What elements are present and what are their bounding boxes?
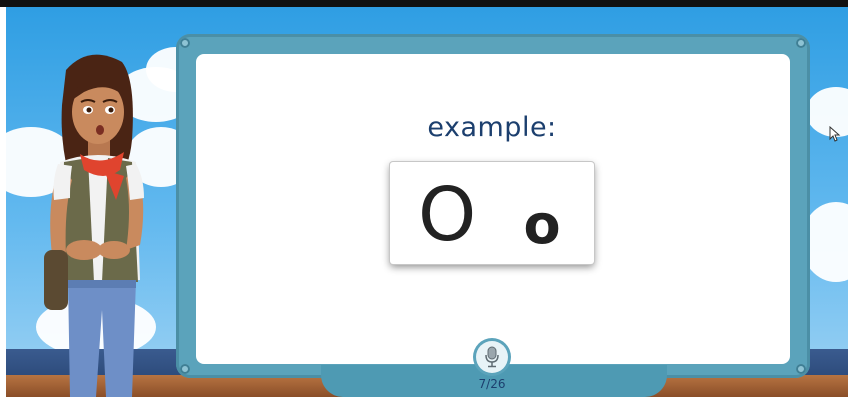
microphone-icon (485, 346, 499, 368)
screw (796, 38, 806, 48)
page-counter: 7/26 (478, 377, 506, 391)
teacher-avatar (44, 54, 144, 397)
screw (180, 38, 190, 48)
video-top-bar (0, 0, 848, 7)
screw (796, 364, 806, 374)
screw (180, 364, 190, 374)
letter-uppercase: O (418, 172, 477, 258)
mouse-cursor-icon (829, 126, 841, 142)
example-label: example: (427, 112, 557, 143)
microphone-button[interactable] (476, 341, 508, 373)
cloud (806, 87, 848, 137)
letter-lowercase: o (523, 193, 561, 256)
